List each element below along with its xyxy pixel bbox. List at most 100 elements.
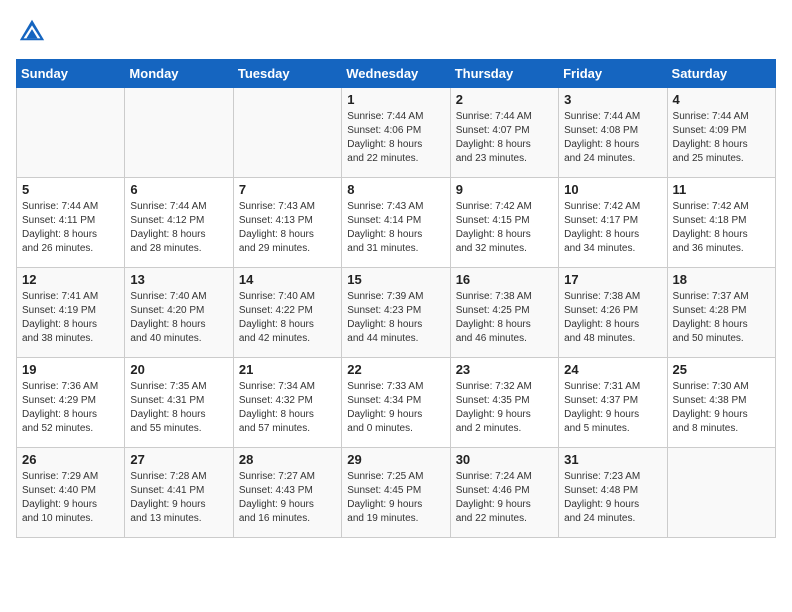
day-number: 21 (239, 362, 336, 377)
day-number: 6 (130, 182, 227, 197)
day-info: Sunrise: 7:43 AM Sunset: 4:14 PM Dayligh… (347, 200, 444, 256)
day-number: 18 (673, 272, 770, 287)
calendar-cell: 24 Sunrise: 7:31 AM Sunset: 4:37 PM Dayli… (559, 358, 667, 448)
calendar-cell: 23Sunrise: 7:32 AM Sunset: 4:35 PM Dayli… (450, 358, 558, 448)
day-info: Sunrise: 7:35 AM Sunset: 4:31 PM Dayligh… (130, 380, 227, 436)
calendar-table: SundayMondayTuesdayWednesdayThursdayFrid… (16, 59, 776, 538)
calendar-cell: 7 Sunrise: 7:43 AM Sunset: 4:13 PM Daylig… (233, 178, 341, 268)
calendar-cell: 21 Sunrise: 7:34 AM Sunset: 4:32 PM Dayli… (233, 358, 341, 448)
day-info: Sunrise: 7:38 AM Sunset: 4:25 PM Dayligh… (456, 290, 553, 346)
day-info: Sunrise: 7:42 AM Sunset: 4:17 PM Dayligh… (564, 200, 661, 256)
day-info: Sunrise: 7:44 AM Sunset: 4:11 PM Dayligh… (22, 200, 119, 256)
day-info: Sunrise: 7:44 AM Sunset: 4:07 PM Dayligh… (456, 110, 553, 166)
logo (16, 16, 50, 49)
day-info: Sunrise: 7:43 AM Sunset: 4:13 PM Dayligh… (239, 200, 336, 256)
calendar-cell: 17 Sunrise: 7:38 AM Sunset: 4:26 PM Dayli… (559, 268, 667, 358)
day-info: Sunrise: 7:40 AM Sunset: 4:20 PM Dayligh… (130, 290, 227, 346)
calendar-cell: 3Sunrise: 7:44 AM Sunset: 4:08 PM Daylig… (559, 88, 667, 178)
day-header-monday: Monday (125, 60, 233, 88)
day-info: Sunrise: 7:24 AM Sunset: 4:46 PM Dayligh… (456, 470, 553, 526)
calendar-cell (17, 88, 125, 178)
calendar-cell: 12 Sunrise: 7:41 AM Sunset: 4:19 PM Dayli… (17, 268, 125, 358)
calendar-cell: 5 Sunrise: 7:44 AM Sunset: 4:11 PM Daylig… (17, 178, 125, 268)
day-info: Sunrise: 7:40 AM Sunset: 4:22 PM Dayligh… (239, 290, 336, 346)
calendar-cell: 20 Sunrise: 7:35 AM Sunset: 4:31 PM Dayli… (125, 358, 233, 448)
day-info: Sunrise: 7:36 AM Sunset: 4:29 PM Dayligh… (22, 380, 119, 436)
day-header-thursday: Thursday (450, 60, 558, 88)
calendar-cell: 14 Sunrise: 7:40 AM Sunset: 4:22 PM Dayli… (233, 268, 341, 358)
day-number: 22 (347, 362, 444, 377)
calendar-cell: 4Sunrise: 7:44 AM Sunset: 4:09 PM Daylig… (667, 88, 775, 178)
day-info: Sunrise: 7:44 AM Sunset: 4:12 PM Dayligh… (130, 200, 227, 256)
day-header-wednesday: Wednesday (342, 60, 450, 88)
day-header-tuesday: Tuesday (233, 60, 341, 88)
day-number: 29 (347, 452, 444, 467)
day-number: 25 (673, 362, 770, 377)
day-info: Sunrise: 7:37 AM Sunset: 4:28 PM Dayligh… (673, 290, 770, 346)
day-info: Sunrise: 7:41 AM Sunset: 4:19 PM Dayligh… (22, 290, 119, 346)
day-info: Sunrise: 7:44 AM Sunset: 4:09 PM Dayligh… (673, 110, 770, 166)
day-number: 19 (22, 362, 119, 377)
logo-icon (18, 16, 46, 44)
day-number: 10 (564, 182, 661, 197)
day-number: 14 (239, 272, 336, 287)
calendar-cell: 22Sunrise: 7:33 AM Sunset: 4:34 PM Dayli… (342, 358, 450, 448)
day-number: 13 (130, 272, 227, 287)
day-info: Sunrise: 7:32 AM Sunset: 4:35 PM Dayligh… (456, 380, 553, 436)
calendar-cell: 13 Sunrise: 7:40 AM Sunset: 4:20 PM Dayli… (125, 268, 233, 358)
day-info: Sunrise: 7:28 AM Sunset: 4:41 PM Dayligh… (130, 470, 227, 526)
day-number: 3 (564, 92, 661, 107)
day-number: 30 (456, 452, 553, 467)
calendar-cell: 28 Sunrise: 7:27 AM Sunset: 4:43 PM Dayli… (233, 448, 341, 538)
calendar-cell (667, 448, 775, 538)
day-info: Sunrise: 7:30 AM Sunset: 4:38 PM Dayligh… (673, 380, 770, 436)
calendar-cell: 26 Sunrise: 7:29 AM Sunset: 4:40 PM Dayli… (17, 448, 125, 538)
calendar-cell: 2Sunrise: 7:44 AM Sunset: 4:07 PM Daylig… (450, 88, 558, 178)
day-info: Sunrise: 7:39 AM Sunset: 4:23 PM Dayligh… (347, 290, 444, 346)
calendar-cell: 18 Sunrise: 7:37 AM Sunset: 4:28 PM Dayli… (667, 268, 775, 358)
day-info: Sunrise: 7:31 AM Sunset: 4:37 PM Dayligh… (564, 380, 661, 436)
day-number: 24 (564, 362, 661, 377)
day-header-friday: Friday (559, 60, 667, 88)
calendar-cell: 9Sunrise: 7:42 AM Sunset: 4:15 PM Daylig… (450, 178, 558, 268)
page-header (16, 16, 776, 49)
day-number: 11 (673, 182, 770, 197)
calendar-cell: 11 Sunrise: 7:42 AM Sunset: 4:18 PM Dayli… (667, 178, 775, 268)
day-info: Sunrise: 7:29 AM Sunset: 4:40 PM Dayligh… (22, 470, 119, 526)
day-number: 28 (239, 452, 336, 467)
calendar-cell: 30 Sunrise: 7:24 AM Sunset: 4:46 PM Dayli… (450, 448, 558, 538)
day-header-saturday: Saturday (667, 60, 775, 88)
calendar-cell: 27 Sunrise: 7:28 AM Sunset: 4:41 PM Dayli… (125, 448, 233, 538)
week-row-1: 1 Sunrise: 7:44 AM Sunset: 4:06 PM Daylig… (17, 88, 776, 178)
calendar-cell: 8 Sunrise: 7:43 AM Sunset: 4:14 PM Daylig… (342, 178, 450, 268)
day-number: 17 (564, 272, 661, 287)
day-number: 1 (347, 92, 444, 107)
day-number: 31 (564, 452, 661, 467)
week-row-5: 26 Sunrise: 7:29 AM Sunset: 4:40 PM Dayli… (17, 448, 776, 538)
day-info: Sunrise: 7:42 AM Sunset: 4:18 PM Dayligh… (673, 200, 770, 256)
calendar-cell: 10 Sunrise: 7:42 AM Sunset: 4:17 PM Dayli… (559, 178, 667, 268)
day-info: Sunrise: 7:27 AM Sunset: 4:43 PM Dayligh… (239, 470, 336, 526)
day-number: 20 (130, 362, 227, 377)
week-row-3: 12 Sunrise: 7:41 AM Sunset: 4:19 PM Dayli… (17, 268, 776, 358)
calendar-cell: 1 Sunrise: 7:44 AM Sunset: 4:06 PM Daylig… (342, 88, 450, 178)
day-info: Sunrise: 7:44 AM Sunset: 4:06 PM Dayligh… (347, 110, 444, 166)
day-number: 5 (22, 182, 119, 197)
week-row-2: 5 Sunrise: 7:44 AM Sunset: 4:11 PM Daylig… (17, 178, 776, 268)
calendar-cell (125, 88, 233, 178)
day-number: 8 (347, 182, 444, 197)
calendar-cell: 6 Sunrise: 7:44 AM Sunset: 4:12 PM Daylig… (125, 178, 233, 268)
day-number: 9 (456, 182, 553, 197)
day-number: 27 (130, 452, 227, 467)
calendar-cell (233, 88, 341, 178)
calendar-cell: 16Sunrise: 7:38 AM Sunset: 4:25 PM Dayli… (450, 268, 558, 358)
calendar-cell: 29 Sunrise: 7:25 AM Sunset: 4:45 PM Dayli… (342, 448, 450, 538)
day-number: 7 (239, 182, 336, 197)
day-info: Sunrise: 7:34 AM Sunset: 4:32 PM Dayligh… (239, 380, 336, 436)
day-info: Sunrise: 7:23 AM Sunset: 4:48 PM Dayligh… (564, 470, 661, 526)
day-number: 26 (22, 452, 119, 467)
day-info: Sunrise: 7:25 AM Sunset: 4:45 PM Dayligh… (347, 470, 444, 526)
day-number: 12 (22, 272, 119, 287)
day-info: Sunrise: 7:38 AM Sunset: 4:26 PM Dayligh… (564, 290, 661, 346)
day-header-sunday: Sunday (17, 60, 125, 88)
